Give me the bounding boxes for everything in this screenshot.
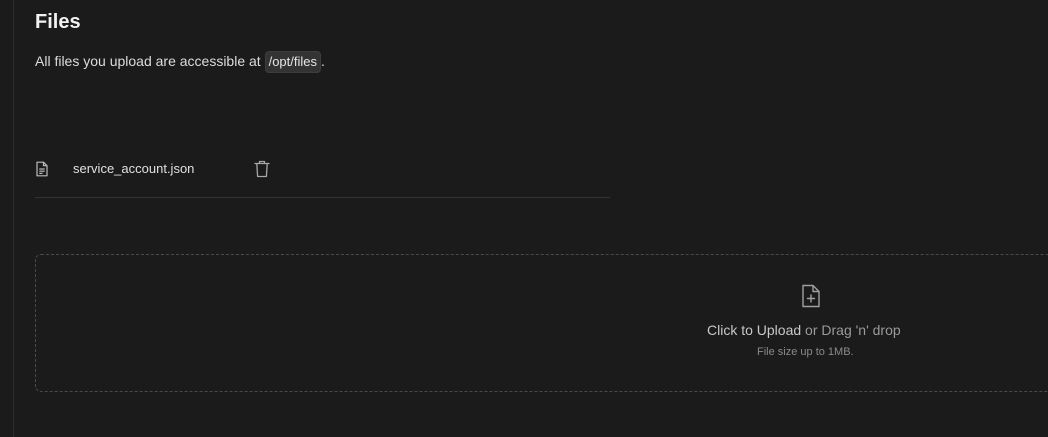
files-path-code: /opt/files	[264, 51, 321, 73]
trash-icon[interactable]	[253, 159, 271, 179]
file-plus-icon	[802, 284, 820, 308]
file-list-item: service_account.json	[35, 155, 610, 183]
page-title: Files	[35, 11, 81, 33]
sidebar-border	[13, 0, 14, 437]
files-description: All files you upload are accessible at /…	[35, 49, 325, 73]
file-list-divider	[35, 197, 610, 198]
upload-instructions: Click to Upload or Drag 'n' drop	[707, 321, 901, 339]
file-text-icon	[36, 161, 48, 177]
file-size-hint: File size up to 1MB.	[757, 346, 854, 358]
file-name: service_account.json	[73, 161, 195, 176]
click-to-upload-link[interactable]: Click to Upload	[707, 322, 801, 338]
description-suffix: .	[321, 53, 325, 69]
description-prefix: All files you upload are accessible at	[35, 53, 261, 69]
files-panel: Files All files you upload are accessibl…	[0, 0, 1048, 437]
drag-drop-text: or Drag 'n' drop	[805, 322, 901, 338]
